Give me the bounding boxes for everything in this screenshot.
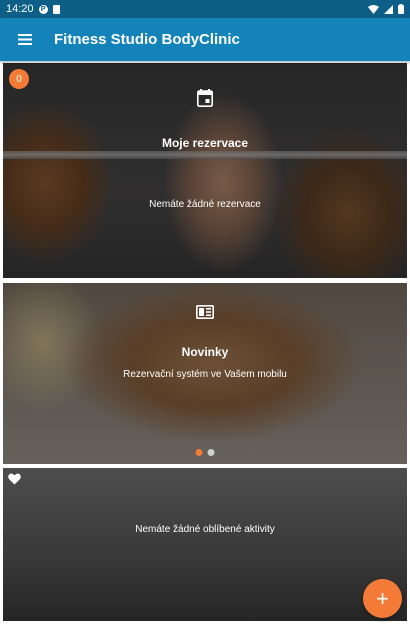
reservations-count-badge: 0 (9, 69, 29, 89)
favorites-empty-text: Nemáte žádné oblíbené aktivity (135, 524, 275, 535)
news-text: Rezervační systém ve Vašem mobilu (123, 369, 287, 380)
status-time: 14:20 (6, 3, 34, 15)
app-title: Fitness Studio BodyClinic (54, 31, 240, 48)
p-icon: P (38, 4, 48, 14)
hamburger-menu-icon (18, 34, 32, 45)
newspaper-icon (196, 305, 214, 319)
wifi-icon (368, 4, 379, 14)
app-bar: Fitness Studio BodyClinic (0, 18, 410, 61)
heart-icon (8, 473, 21, 485)
news-card[interactable]: Novinky Rezervační systém ve Vašem mobil… (3, 283, 407, 464)
news-title: Novinky (181, 345, 229, 359)
status-left: 14:20 P (6, 3, 60, 15)
news-pager-dots[interactable] (195, 449, 215, 456)
add-button[interactable]: + (363, 579, 402, 618)
reservations-empty-text: Nemáte žádné rezervace (149, 199, 261, 210)
reservations-card[interactable]: 0 Moje rezervace Nemáte žádné rezervace (3, 63, 407, 278)
pager-dot-1[interactable] (195, 449, 203, 456)
signal-icon (384, 4, 393, 14)
reservations-title: Moje rezervace (161, 136, 249, 150)
status-bar: 14:20 P (0, 0, 410, 18)
favorites-card-background (3, 468, 407, 621)
favorites-card[interactable]: Nemáte žádné oblíbené aktivity (3, 468, 407, 621)
battery-icon (398, 4, 404, 14)
plus-icon: + (376, 586, 389, 611)
calendar-icon (197, 89, 213, 107)
menu-button[interactable] (0, 18, 50, 61)
sim-card-icon (52, 4, 60, 14)
status-right (368, 4, 404, 14)
pager-dot-2[interactable] (207, 449, 215, 456)
